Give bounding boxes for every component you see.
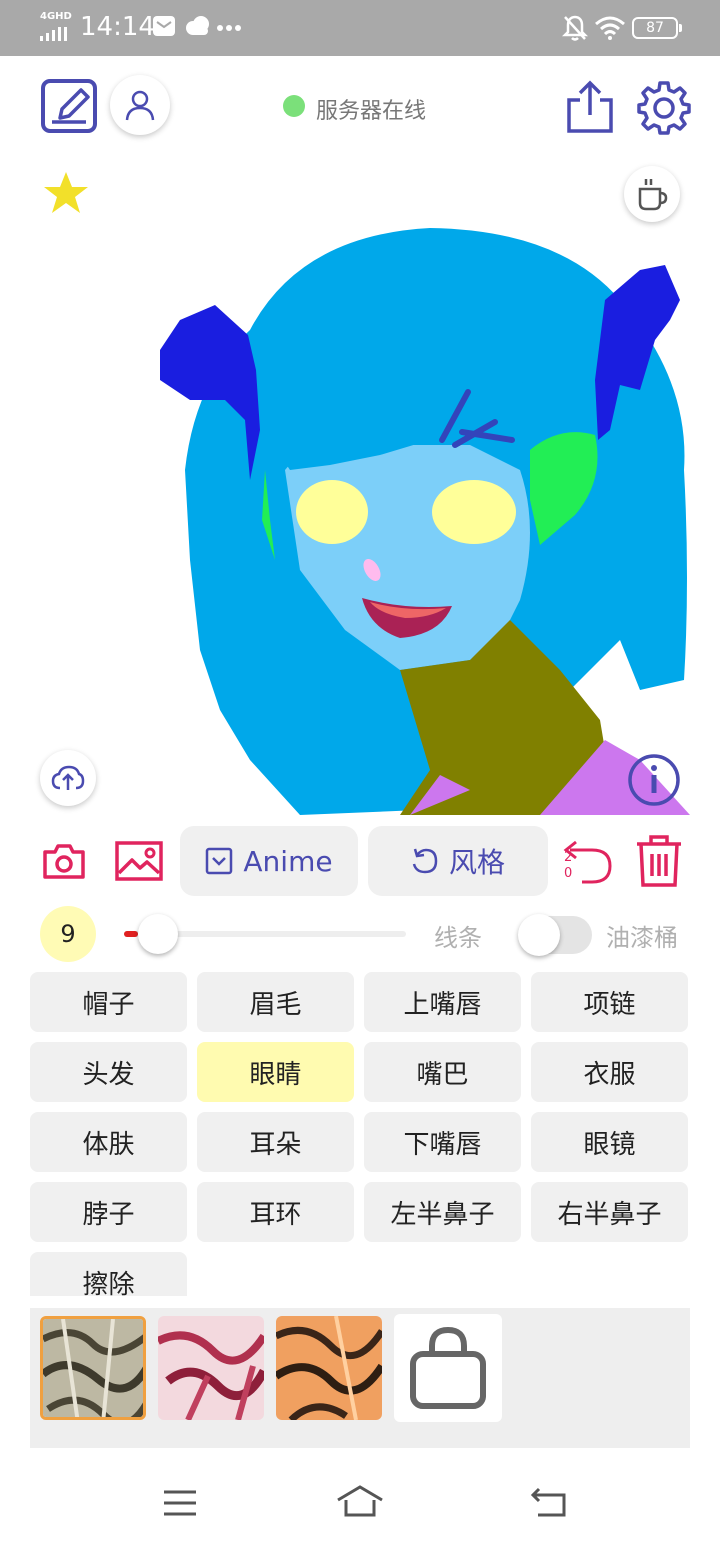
wifi-icon	[595, 16, 625, 40]
coffee-button[interactable]	[624, 166, 680, 222]
star-icon[interactable]	[42, 170, 90, 216]
mail-icon	[153, 16, 175, 36]
mute-bell-icon	[562, 15, 588, 41]
info-icon[interactable]	[626, 752, 682, 808]
share-icon[interactable]	[566, 80, 614, 134]
style-thumb[interactable]	[40, 1316, 146, 1420]
home-icon[interactable]	[336, 1484, 384, 1518]
model-label: Anime	[243, 844, 333, 878]
part-button[interactable]: 头发	[30, 1042, 187, 1102]
style-strip	[30, 1308, 690, 1448]
part-button[interactable]: 脖子	[30, 1182, 187, 1242]
slider-thumb[interactable]	[138, 914, 178, 954]
server-status-text: 服务器在线	[316, 99, 427, 124]
brush-size-badge: 9	[40, 906, 96, 962]
part-button[interactable]: 眼睛	[197, 1042, 354, 1102]
gallery-icon[interactable]	[114, 840, 164, 882]
network-type: 4GHD	[40, 11, 72, 22]
cloud-icon	[186, 16, 209, 35]
drawing-canvas[interactable]	[0, 160, 720, 820]
trash-icon[interactable]	[634, 834, 684, 888]
part-button[interactable]: 项链	[531, 972, 688, 1032]
part-button[interactable]: 上嘴唇	[364, 972, 521, 1032]
part-button[interactable]: 耳环	[197, 1182, 354, 1242]
cloud-upload-button[interactable]	[40, 750, 96, 806]
settings-icon[interactable]	[636, 80, 692, 136]
style-shop-button[interactable]	[394, 1314, 502, 1422]
part-button[interactable]: 左半鼻子	[364, 1182, 521, 1242]
more-dots-icon	[217, 25, 241, 31]
server-status-dot	[283, 95, 305, 117]
coffee-icon	[638, 179, 668, 211]
camera-icon[interactable]	[42, 842, 86, 880]
part-grid: 帽子 眉毛 上嘴唇 项链头发 眼睛 嘴巴 衣服体肤 耳朵 下嘴唇 眼镜脖子 耳环 左半鼻子 右半鼻子擦除	[30, 972, 690, 1296]
cloud-upload-icon	[51, 765, 85, 790]
status-bar: 4GHD 14:14 87	[0, 0, 720, 56]
user-button[interactable]	[110, 75, 170, 135]
shopping-bag-icon	[410, 1326, 486, 1409]
battery-icon: 87	[632, 17, 682, 39]
menu-icon[interactable]	[162, 1488, 198, 1518]
style-preview-image	[158, 1316, 264, 1420]
style-thumb[interactable]	[158, 1316, 264, 1420]
style-label: 风格	[448, 846, 505, 879]
part-button[interactable]: 下嘴唇	[364, 1112, 521, 1172]
slider-fill	[124, 931, 138, 937]
back-icon[interactable]	[530, 1486, 568, 1518]
part-button[interactable]: 擦除	[30, 1252, 187, 1296]
toggle-thumb[interactable]	[518, 914, 560, 956]
part-button[interactable]: 嘴巴	[364, 1042, 521, 1102]
style-preview-image	[43, 1319, 143, 1417]
navigation-bar	[0, 1460, 720, 1544]
refresh-icon	[412, 848, 438, 874]
dropdown-icon	[206, 847, 233, 875]
style-thumb[interactable]	[276, 1316, 382, 1420]
sketch-drawing	[160, 228, 690, 815]
paint-bucket-label: 油漆桶	[606, 924, 678, 952]
undo-button[interactable]: 20	[560, 836, 616, 888]
part-button[interactable]: 衣服	[531, 1042, 688, 1102]
signal-icon: 4GHD	[38, 11, 72, 41]
model-button[interactable]: Anime	[180, 826, 358, 896]
undo-count: 20	[564, 850, 573, 881]
style-preview-image	[276, 1316, 382, 1420]
edit-icon[interactable]	[40, 78, 98, 134]
part-button[interactable]: 耳朵	[197, 1112, 354, 1172]
user-icon	[125, 90, 155, 121]
part-button[interactable]: 右半鼻子	[531, 1182, 688, 1242]
clock: 14:14	[80, 12, 155, 42]
line-mode-label: 线条	[434, 924, 482, 952]
part-button[interactable]: 眼镜	[531, 1112, 688, 1172]
style-button[interactable]: 风格	[368, 826, 548, 896]
part-button[interactable]: 眉毛	[197, 972, 354, 1032]
part-button[interactable]: 体肤	[30, 1112, 187, 1172]
part-button[interactable]: 帽子	[30, 972, 187, 1032]
